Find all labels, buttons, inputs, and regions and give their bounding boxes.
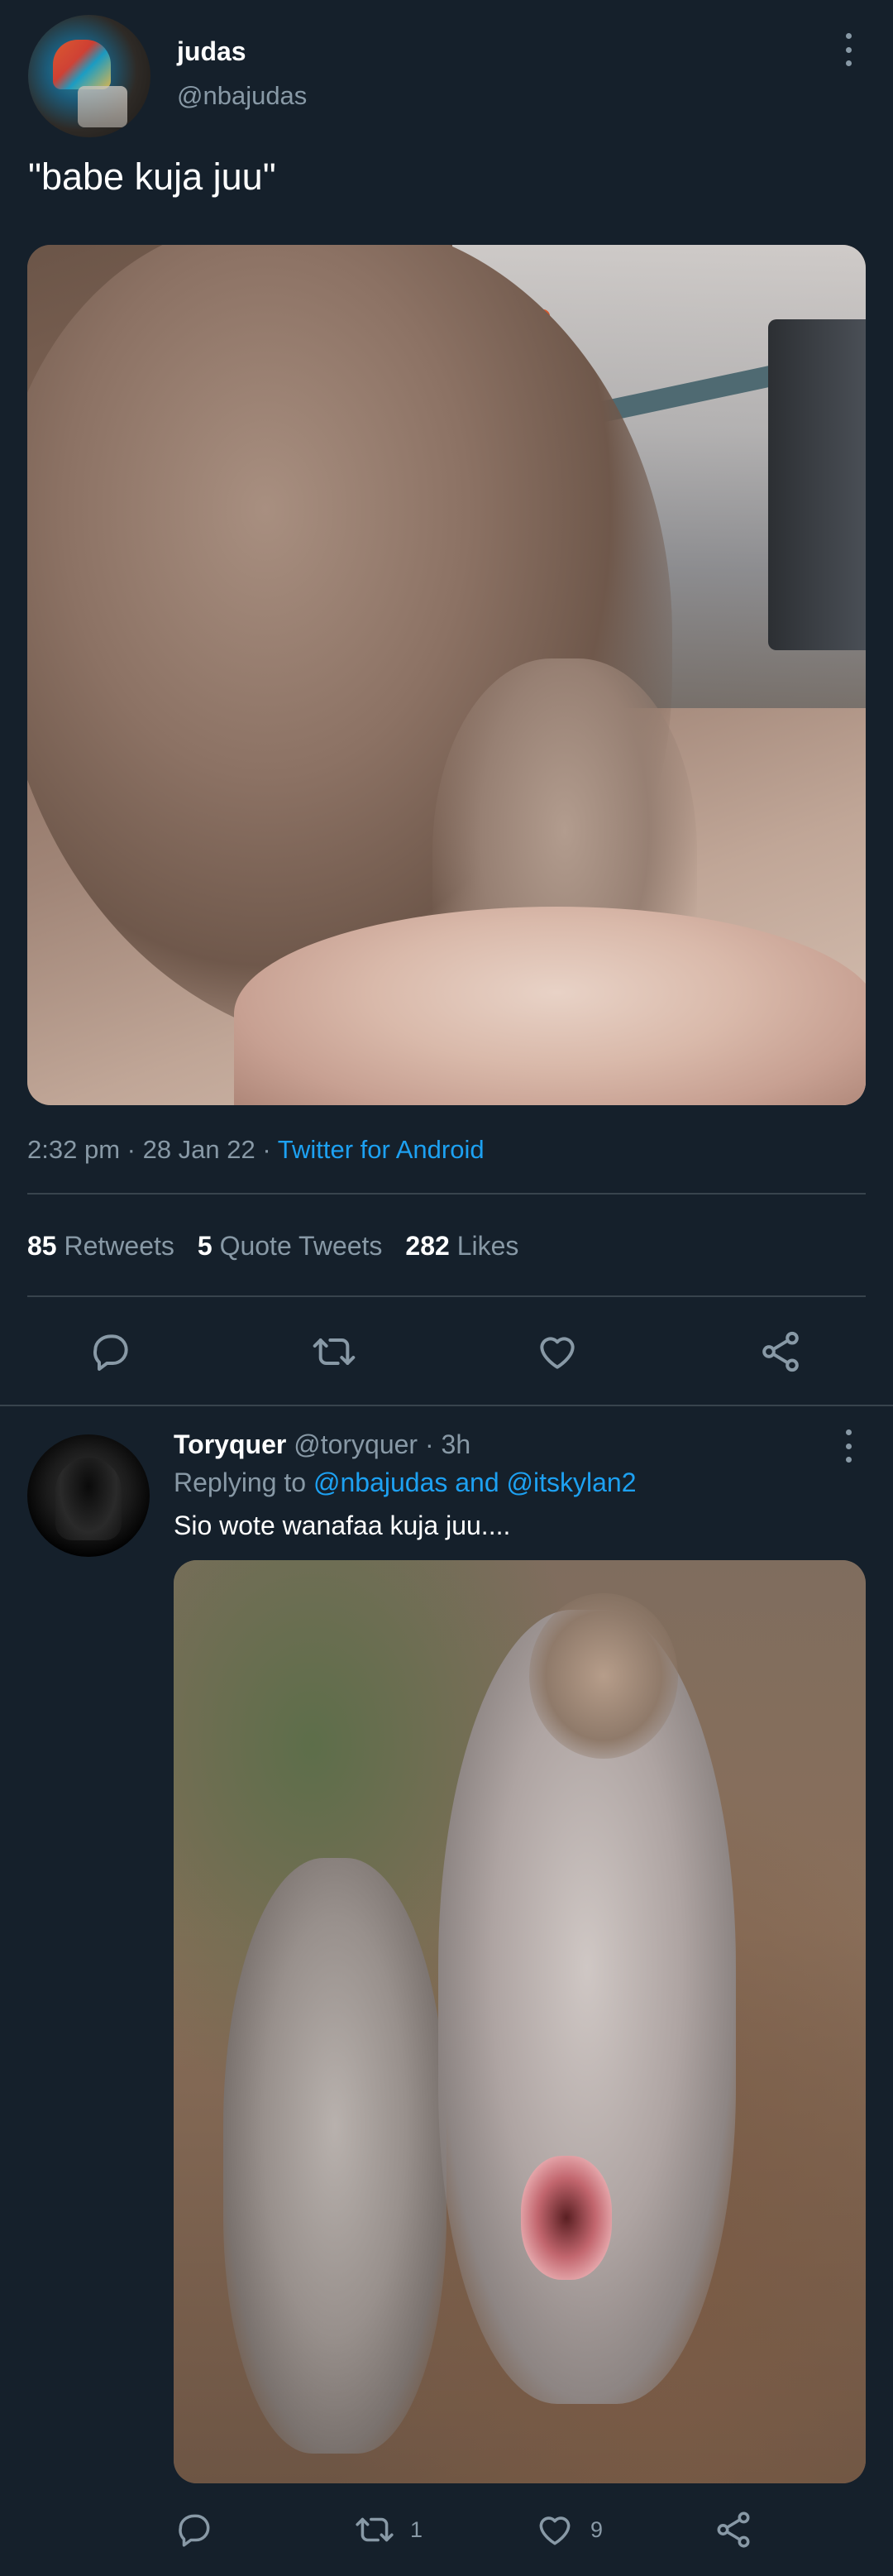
tweet-text: "babe kuja juu" [28, 156, 276, 198]
reply-author-avatar[interactable] [27, 1434, 150, 1557]
tweet-media-image[interactable] [27, 245, 866, 1105]
avatar-figure-legs [78, 86, 127, 127]
reply-retweet-button[interactable]: 1 [354, 2507, 423, 2553]
tweet-stats: 85 Retweets 5 Quote Tweets 282 Likes [27, 1231, 518, 1262]
reply-author-name[interactable]: Toryquer [174, 1429, 286, 1459]
reply-author-handle[interactable]: @toryquer [294, 1429, 418, 1459]
reply-mentions-link[interactable]: @nbajudas and @itskylan2 [313, 1468, 637, 1497]
divider [27, 1193, 866, 1195]
avatar-figure [53, 40, 111, 89]
reply-time: · 3h [424, 1429, 471, 1459]
reply-like-count: 9 [590, 2516, 604, 2542]
reply-share-icon[interactable] [713, 2507, 754, 2553]
likes-stat[interactable]: 282 Likes [405, 1231, 518, 1261]
reply-text: Sio wote wanafaa kuja juu.... [174, 1511, 511, 1540]
tweet-meta: 2:32 pm · 28 Jan 22 · Twitter for Androi… [27, 1135, 485, 1164]
share-icon[interactable] [757, 1329, 804, 1375]
reply-retweet-count: 1 [410, 2516, 423, 2542]
reply-header: Toryquer @toryquer · 3h [174, 1429, 470, 1460]
more-options-icon[interactable] [833, 33, 863, 66]
thread-divider [0, 1405, 893, 1406]
tweet-source-link[interactable]: Twitter for Android [278, 1135, 485, 1164]
author-handle[interactable]: @nbajudas [177, 81, 307, 111]
tweet-date: 28 Jan 22 [142, 1135, 255, 1164]
like-icon[interactable] [534, 1329, 580, 1375]
reply-retweet-icon [356, 2517, 394, 2542]
divider [27, 1295, 866, 1297]
tweet-time: 2:32 pm [27, 1135, 121, 1164]
reply-media-image[interactable] [174, 1560, 866, 2483]
replying-to: Replying to @nbajudas and @itskylan2 [174, 1468, 637, 1497]
retweet-icon[interactable] [311, 1329, 357, 1375]
author-name[interactable]: judas [177, 36, 246, 67]
retweets-stat[interactable]: 85 Retweets [27, 1231, 174, 1261]
reply-like-icon [539, 2516, 571, 2545]
avatar-hooded-figure [55, 1458, 122, 1540]
reply-icon[interactable] [88, 1329, 134, 1375]
reply-more-options-icon[interactable] [833, 1429, 863, 1463]
reply-like-button[interactable]: 9 [534, 2507, 603, 2553]
author-avatar[interactable] [28, 15, 150, 137]
reply-reply-icon[interactable] [174, 2507, 215, 2553]
quote-tweets-stat[interactable]: 5 Quote Tweets [198, 1231, 383, 1261]
